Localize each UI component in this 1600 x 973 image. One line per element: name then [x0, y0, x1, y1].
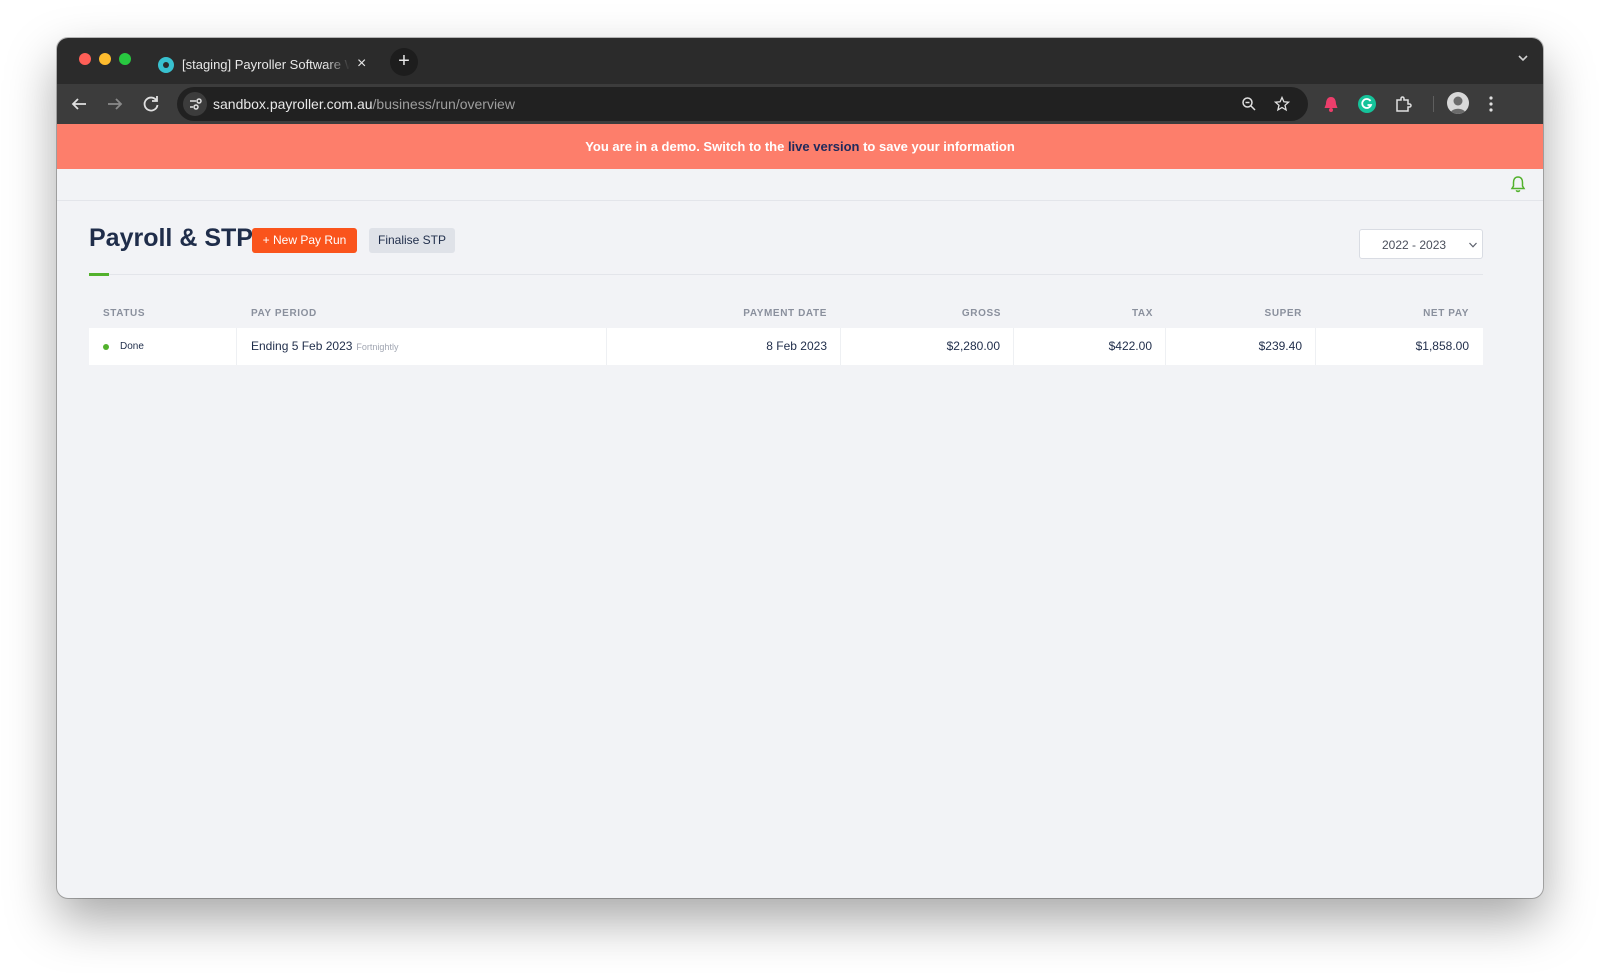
table-header: STATUS PAY PERIOD PAYMENT DATE GROSS TAX… — [89, 308, 1483, 326]
tab-title: [staging] Payroller Software Web App — [182, 57, 350, 72]
bookmark-star-icon[interactable] — [1274, 96, 1290, 112]
close-window-button[interactable] — [79, 53, 91, 65]
header-super[interactable]: SUPER — [1265, 308, 1302, 319]
financial-year-select[interactable]: 2022 - 2023 — [1359, 229, 1483, 259]
grammarly-icon[interactable] — [1357, 94, 1377, 114]
reload-icon[interactable] — [139, 92, 163, 116]
chevron-down-icon — [1469, 242, 1477, 248]
table-row[interactable]: Done Ending 5 Feb 2023 Fortnightly 8 Feb … — [89, 328, 1483, 365]
column-divider — [1315, 328, 1316, 365]
column-divider — [1165, 328, 1166, 365]
more-menu-icon[interactable] — [1481, 94, 1501, 114]
header-gross[interactable]: GROSS — [962, 308, 1001, 319]
frequency-text: Fortnightly — [356, 342, 399, 352]
back-icon[interactable] — [67, 92, 91, 116]
column-divider — [606, 328, 607, 365]
tab-bar: [staging] Payroller Software Web App × + — [57, 38, 1543, 84]
url-text: sandbox.payroller.com.au/business/run/ov… — [213, 96, 515, 112]
url-host: sandbox.payroller.com.au — [213, 96, 373, 112]
super-cell: $239.40 — [1258, 339, 1302, 353]
payroller-favicon-icon — [158, 57, 174, 73]
column-divider — [1013, 328, 1014, 365]
net-pay-cell: $1,858.00 — [1415, 339, 1469, 353]
new-tab-button[interactable]: + — [390, 48, 418, 76]
url-path: /business/run/overview — [372, 96, 515, 112]
pay-period-cell: Ending 5 Feb 2023 Fortnightly — [251, 328, 398, 365]
profile-avatar[interactable] — [1447, 92, 1469, 114]
header-status[interactable]: STATUS — [103, 308, 145, 319]
maximize-window-button[interactable] — [119, 53, 131, 65]
banner-text-before: You are in a demo. Switch to the — [585, 139, 788, 154]
header-net-pay[interactable]: NET PAY — [1423, 308, 1469, 319]
live-version-link[interactable]: live version — [788, 139, 860, 154]
browser-window: [staging] Payroller Software Web App × + — [57, 38, 1543, 898]
puzzle-icon[interactable] — [1393, 94, 1413, 114]
status-done-dot — [103, 344, 109, 350]
zoom-icon[interactable] — [1241, 96, 1257, 112]
banner-text-after: to save your information — [859, 139, 1015, 154]
tab-close-icon[interactable]: × — [357, 55, 366, 73]
minimize-window-button[interactable] — [99, 53, 111, 65]
tab-search-chevron-icon[interactable] — [1517, 52, 1529, 64]
gross-cell: $2,280.00 — [946, 339, 1000, 353]
extension-icon[interactable] — [1321, 94, 1341, 114]
header-tax[interactable]: TAX — [1132, 308, 1153, 319]
demo-banner: You are in a demo. Switch to the live ve… — [57, 124, 1543, 169]
browser-tab[interactable]: [staging] Payroller Software Web App × — [152, 46, 376, 84]
status-cell: Done — [120, 341, 144, 352]
new-pay-run-button[interactable]: + New Pay Run — [252, 228, 357, 253]
financial-year-value: 2022 - 2023 — [1382, 238, 1447, 252]
header-pay-period[interactable]: PAY PERIOD — [251, 308, 317, 319]
browser-toolbar: sandbox.payroller.com.au/business/run/ov… — [57, 84, 1543, 124]
column-divider — [840, 328, 841, 365]
app-header — [57, 169, 1543, 201]
toolbar-divider — [1433, 96, 1434, 112]
site-settings-icon[interactable] — [183, 92, 207, 116]
address-bar[interactable]: sandbox.payroller.com.au/business/run/ov… — [177, 87, 1308, 121]
title-divider — [89, 274, 1483, 275]
pay-period-text: Ending 5 Feb 2023 — [251, 339, 353, 353]
title-accent-bar — [89, 273, 109, 276]
forward-icon[interactable] — [103, 92, 127, 116]
bell-icon[interactable] — [1509, 175, 1527, 193]
header-payment-date[interactable]: PAYMENT DATE — [743, 308, 827, 319]
finalise-stp-button[interactable]: Finalise STP — [369, 228, 455, 253]
page-title: Payroll & STP — [89, 224, 253, 252]
column-divider — [236, 328, 237, 365]
tax-cell: $422.00 — [1108, 339, 1152, 353]
payment-date-cell: 8 Feb 2023 — [766, 339, 827, 353]
